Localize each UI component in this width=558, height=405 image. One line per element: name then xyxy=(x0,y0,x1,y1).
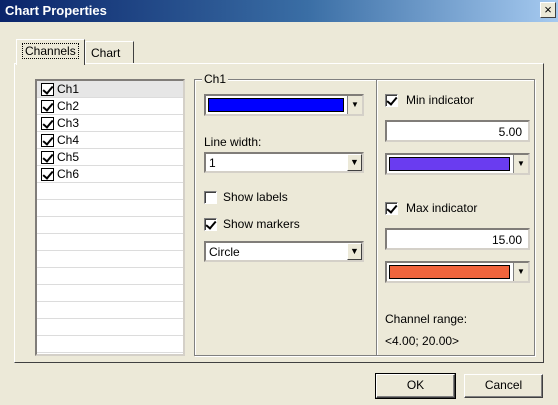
ch1-label: Ch1 xyxy=(57,82,80,96)
line-width-label: Line width: xyxy=(204,135,262,149)
channel-list[interactable]: Ch1 Ch2 Ch3 Ch4 Ch5 Ch6 xyxy=(35,79,185,356)
min-indicator-checkbox[interactable] xyxy=(385,93,398,107)
min-color-swatch xyxy=(389,157,510,171)
ch5-label: Ch5 xyxy=(57,150,80,164)
list-item-empty xyxy=(37,217,183,234)
marker-style-select[interactable]: Circle ▼ xyxy=(204,241,364,262)
chevron-down-icon[interactable]: ▼ xyxy=(347,96,362,114)
max-indicator-option[interactable]: Max indicator xyxy=(385,201,477,215)
list-item-empty xyxy=(37,302,183,319)
ch5-checkbox[interactable] xyxy=(41,150,54,164)
list-item-empty xyxy=(37,285,183,302)
ch2-checkbox[interactable] xyxy=(41,99,54,113)
list-item-empty xyxy=(37,336,183,353)
ok-button[interactable]: OK xyxy=(375,373,456,399)
list-item-empty xyxy=(37,251,183,268)
list-item-ch6[interactable]: Ch6 xyxy=(37,166,183,183)
chevron-down-icon[interactable]: ▼ xyxy=(347,154,362,171)
list-item-ch2[interactable]: Ch2 xyxy=(37,98,183,115)
group-divider xyxy=(376,80,377,355)
list-item-empty xyxy=(37,234,183,251)
ch3-label: Ch3 xyxy=(57,116,80,130)
list-item-empty xyxy=(37,268,183,285)
show-markers-checkbox[interactable] xyxy=(204,217,217,231)
list-item-ch4[interactable]: Ch4 xyxy=(37,132,183,149)
max-color-swatch xyxy=(389,265,510,279)
list-item-empty xyxy=(37,319,183,336)
chevron-down-icon[interactable]: ▼ xyxy=(513,263,528,281)
line-width-value: 1 xyxy=(209,156,216,170)
ch4-checkbox[interactable] xyxy=(41,133,54,147)
line-color-picker[interactable]: ▼ xyxy=(204,94,364,116)
show-markers-option[interactable]: Show markers xyxy=(204,217,300,231)
marker-style-value: Circle xyxy=(209,245,240,259)
show-labels-checkbox[interactable] xyxy=(204,190,217,204)
max-value-input[interactable]: 15.00 xyxy=(385,228,530,250)
list-item-ch1[interactable]: Ch1 xyxy=(37,81,183,98)
ch1-checkbox[interactable] xyxy=(41,82,54,96)
list-item-empty xyxy=(37,183,183,200)
group-title: Ch1 xyxy=(202,72,229,86)
ch2-label: Ch2 xyxy=(57,99,80,113)
max-indicator-label: Max indicator xyxy=(406,201,478,215)
ch6-checkbox[interactable] xyxy=(41,167,54,181)
ch6-label: Ch6 xyxy=(57,167,80,181)
list-item-ch3[interactable]: Ch3 xyxy=(37,115,183,132)
channel-range-value: <4.00; 20.00> xyxy=(385,334,460,348)
min-value-input[interactable]: 5.00 xyxy=(385,120,530,142)
show-labels-label: Show labels xyxy=(223,190,288,204)
show-labels-option[interactable]: Show labels xyxy=(204,190,288,204)
tab-chart[interactable]: Chart xyxy=(85,41,134,65)
line-width-select[interactable]: 1 ▼ xyxy=(204,152,364,173)
min-indicator-option[interactable]: Min indicator xyxy=(385,93,474,107)
list-item-ch5[interactable]: Ch5 xyxy=(37,149,183,166)
ch3-checkbox[interactable] xyxy=(41,116,54,130)
chevron-down-icon[interactable]: ▼ xyxy=(347,243,362,260)
tab-channels-label: Channels xyxy=(22,43,79,59)
tab-chart-label: Chart xyxy=(91,46,121,60)
window-title: Chart Properties xyxy=(5,3,107,18)
min-color-picker[interactable]: ▼ xyxy=(385,153,530,175)
show-markers-label: Show markers xyxy=(223,217,300,231)
close-button[interactable]: × xyxy=(540,2,556,18)
line-color-swatch xyxy=(208,98,344,112)
channel-range-label: Channel range: xyxy=(385,312,468,326)
tab-channels[interactable]: Channels xyxy=(16,39,85,65)
min-indicator-label: Min indicator xyxy=(406,93,475,107)
title-bar: Chart Properties × xyxy=(0,0,558,22)
max-color-picker[interactable]: ▼ xyxy=(385,261,530,283)
max-indicator-checkbox[interactable] xyxy=(385,201,398,215)
list-item-empty xyxy=(37,200,183,217)
ch4-label: Ch4 xyxy=(57,133,80,147)
channels-tab-panel: Ch1 Ch2 Ch3 Ch4 Ch5 Ch6 Ch1 ▼ Line width… xyxy=(14,63,544,363)
chevron-down-icon[interactable]: ▼ xyxy=(513,155,528,173)
channel-settings-group: Ch1 ▼ Line width: 1 ▼ Show labels Show m… xyxy=(194,72,535,356)
cancel-button[interactable]: Cancel xyxy=(464,374,543,398)
